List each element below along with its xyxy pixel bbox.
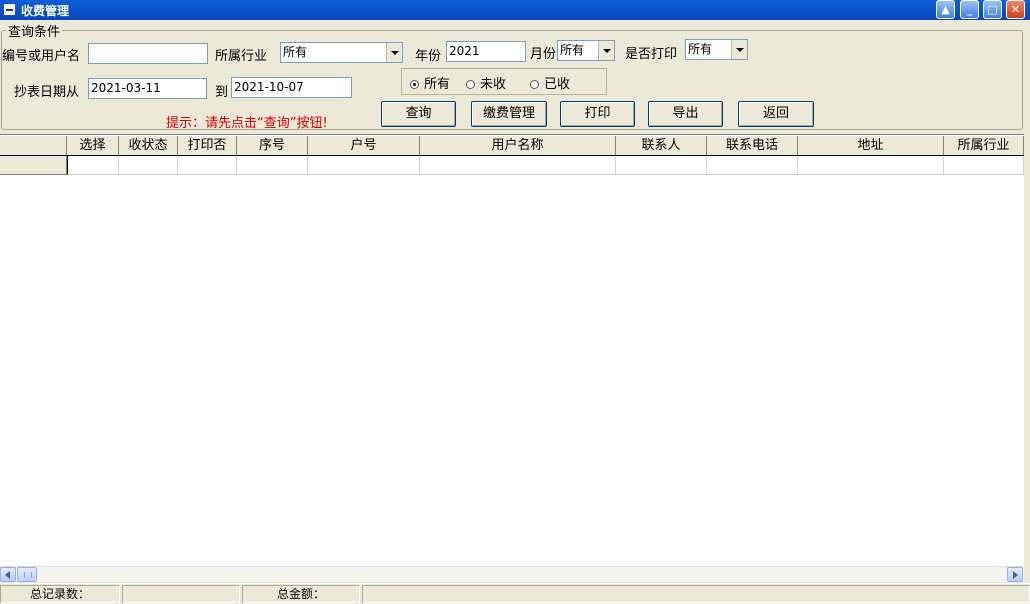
date-to-input[interactable]: 2021-10-07 — [231, 77, 352, 98]
user-input[interactable] — [88, 43, 208, 64]
table-cell[interactable] — [178, 156, 237, 175]
print-status-select[interactable]: 所有 — [685, 39, 748, 60]
radio-unselected-icon — [530, 80, 539, 89]
total-amount-label: 总金额： — [242, 585, 360, 603]
date-from-input[interactable]: 2021-03-11 — [88, 78, 207, 99]
column-header-account[interactable]: 户号 — [308, 136, 420, 156]
print-status-select-value: 所有 — [688, 42, 713, 56]
query-button[interactable]: 查询 — [381, 101, 456, 127]
scroll-thumb[interactable] — [17, 567, 37, 582]
title-bar: 收费管理 ▲ _ □ ✕ — [0, 0, 1030, 20]
scroll-left-icon[interactable] — [0, 567, 16, 582]
table-cell[interactable] — [308, 156, 420, 175]
column-header-user-name[interactable]: 用户名称 — [420, 136, 616, 156]
month-select-value: 所有 — [560, 43, 585, 57]
chevron-down-icon[interactable] — [386, 43, 402, 62]
column-header-phone[interactable]: 联系电话 — [707, 136, 798, 156]
column-header-serial[interactable]: 序号 — [237, 136, 308, 156]
minimize-button[interactable]: _ — [960, 0, 979, 19]
horizontal-scrollbar[interactable] — [0, 566, 1024, 582]
column-header-printed[interactable]: 打印否 — [178, 136, 237, 156]
chevron-down-icon[interactable] — [598, 41, 614, 60]
query-group-title: 查询条件 — [6, 21, 63, 40]
radio-uncollected-label: 未收 — [480, 77, 507, 92]
total-records-label: 总记录数： — [0, 585, 120, 603]
radio-collected[interactable]: 已收 — [530, 73, 570, 92]
scroll-right-icon[interactable] — [1007, 567, 1023, 582]
date-from-label: 抄表日期从 — [14, 85, 80, 100]
column-header-select[interactable]: 选择 — [67, 136, 119, 156]
column-header-collect-status[interactable]: 收状态 — [119, 136, 178, 156]
date-to-label: 到 — [215, 85, 229, 100]
radio-all[interactable]: 所有 — [410, 73, 450, 92]
window-title: 收费管理 — [21, 4, 70, 18]
radio-uncollected[interactable]: 未收 — [466, 73, 506, 92]
table-cell[interactable] — [119, 156, 178, 175]
collect-status-radio-group: 所有 未收 已收 — [401, 68, 607, 95]
year-input[interactable]: 2021 — [446, 41, 526, 62]
maximize-button[interactable]: □ — [983, 0, 1002, 19]
radio-all-label: 所有 — [424, 77, 451, 92]
grid-corner-header — [0, 136, 67, 156]
table-cell[interactable] — [798, 156, 944, 175]
fee-manage-button[interactable]: 缴费管理 — [471, 101, 547, 127]
print-status-label: 是否打印 — [625, 47, 678, 62]
column-header-address[interactable]: 地址 — [798, 136, 944, 156]
radio-collected-label: 已收 — [544, 77, 571, 92]
industry-select-value: 所有 — [283, 45, 308, 59]
table-cell[interactable] — [67, 156, 119, 175]
radio-unselected-icon — [466, 80, 475, 89]
radio-selected-icon — [410, 80, 419, 89]
help-button[interactable]: ▲ — [936, 0, 955, 19]
back-button[interactable]: 返回 — [738, 101, 814, 127]
column-header-industry[interactable]: 所属行业 — [944, 136, 1024, 156]
hint-text: 提示：请先点击“查询”按钮! — [166, 116, 328, 131]
column-header-contact[interactable]: 联系人 — [616, 136, 707, 156]
total-records-value — [122, 585, 240, 603]
row-header[interactable] — [0, 156, 67, 175]
month-select[interactable]: 所有 — [557, 40, 615, 61]
window-menu-icon[interactable] — [3, 3, 16, 16]
total-amount-value — [362, 585, 1030, 603]
industry-label: 所属行业 — [215, 49, 268, 64]
month-label: 月份 — [530, 47, 557, 62]
table-cell[interactable] — [944, 156, 1024, 175]
table-cell[interactable] — [707, 156, 798, 175]
table-cell[interactable] — [420, 156, 616, 175]
chevron-down-icon[interactable] — [731, 40, 747, 59]
export-button[interactable]: 导出 — [648, 101, 723, 127]
print-button[interactable]: 打印 — [560, 101, 635, 127]
table-cell[interactable] — [616, 156, 707, 175]
year-label: 年份 — [415, 49, 442, 64]
table-cell[interactable] — [237, 156, 308, 175]
status-bar: 总记录数： 总金额： — [0, 583, 1030, 604]
user-label: 编号或用户名 — [2, 49, 81, 64]
close-button[interactable]: ✕ — [1006, 0, 1025, 19]
industry-select[interactable]: 所有 — [280, 42, 403, 63]
records-grid[interactable]: 选择 收状态 打印否 序号 户号 用户名称 联系人 联系电话 地址 所属行业 — [0, 134, 1024, 567]
